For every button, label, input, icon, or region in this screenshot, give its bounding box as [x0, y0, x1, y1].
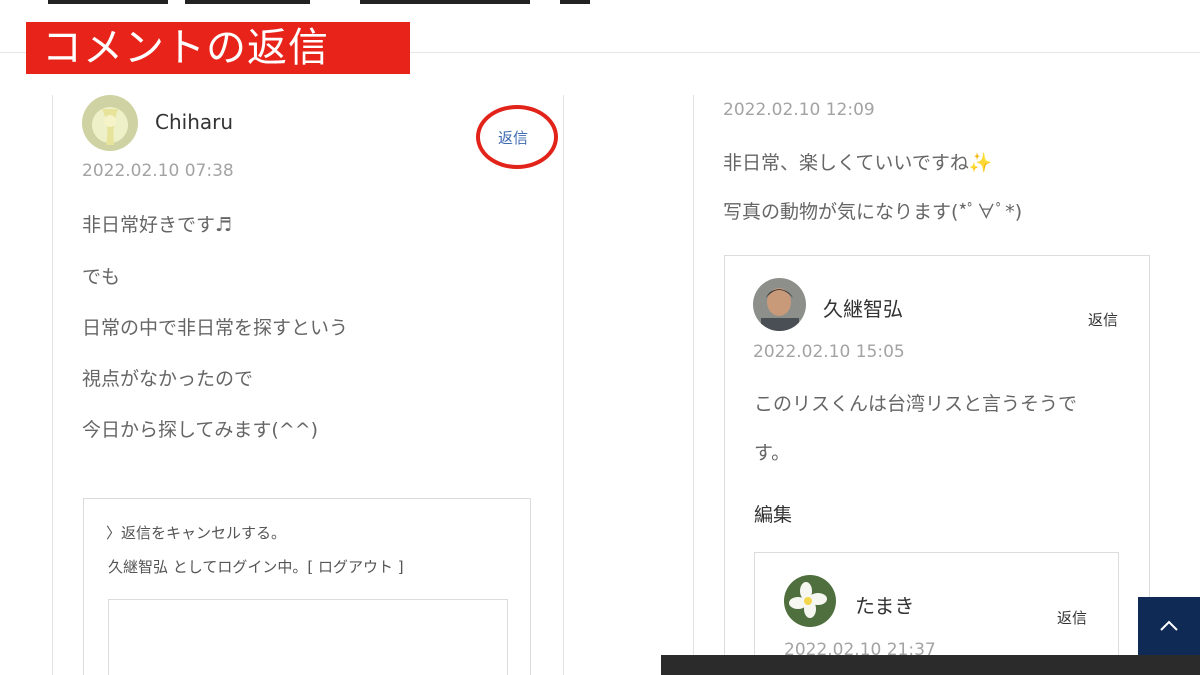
chevron-up-icon	[1160, 620, 1178, 631]
comment-text-line: 非日常好きです♬	[82, 214, 233, 236]
comment-author: 久継智弘	[823, 297, 903, 321]
section-banner: コメントの返信	[26, 22, 410, 74]
comment-text-line: 今日から探してみます(^^)	[82, 419, 319, 441]
avatar-chiharu	[82, 95, 138, 151]
comment-text-line: 非日常、楽しくていいですね✨	[723, 152, 993, 174]
comment-textarea[interactable]	[108, 599, 508, 675]
comment-text-line: 視点がなかったので	[82, 368, 254, 390]
comment-text-line: でも	[82, 266, 121, 288]
comment-date: 2022.02.10 12:09	[723, 100, 875, 120]
back-to-top-button[interactable]	[1138, 597, 1200, 655]
comment-text-line: 日常の中で非日常を探すという	[82, 317, 349, 339]
reply-link[interactable]: 返信	[1057, 607, 1087, 628]
comment-date: 2022.02.10 07:38	[82, 161, 234, 181]
comment-author: たまき	[855, 594, 915, 618]
avatar-tamaki	[784, 575, 836, 627]
comment-date: 2022.02.10 15:05	[753, 342, 905, 362]
highlight-circle	[476, 105, 558, 169]
cancel-reply-link[interactable]: 〉返信をキャンセルする。	[106, 522, 286, 543]
top-cropped-strip	[0, 0, 1200, 6]
comment-text-line: す。	[754, 442, 791, 464]
comment-text-line: 写真の動物が気になります(*ﾟ∀ﾟ*)	[723, 201, 1023, 223]
edit-link[interactable]: 編集	[754, 500, 792, 527]
comment-text-line: このリスくんは台湾リスと言うそうで	[754, 393, 1078, 415]
login-status: 久継智弘 としてログイン中。[ ログアウト ]	[108, 558, 404, 576]
bottom-bar	[661, 655, 1200, 675]
comment-author: Chiharu	[155, 110, 234, 134]
reply-link[interactable]: 返信	[1088, 309, 1118, 330]
avatar-hisatsugu	[753, 278, 806, 331]
